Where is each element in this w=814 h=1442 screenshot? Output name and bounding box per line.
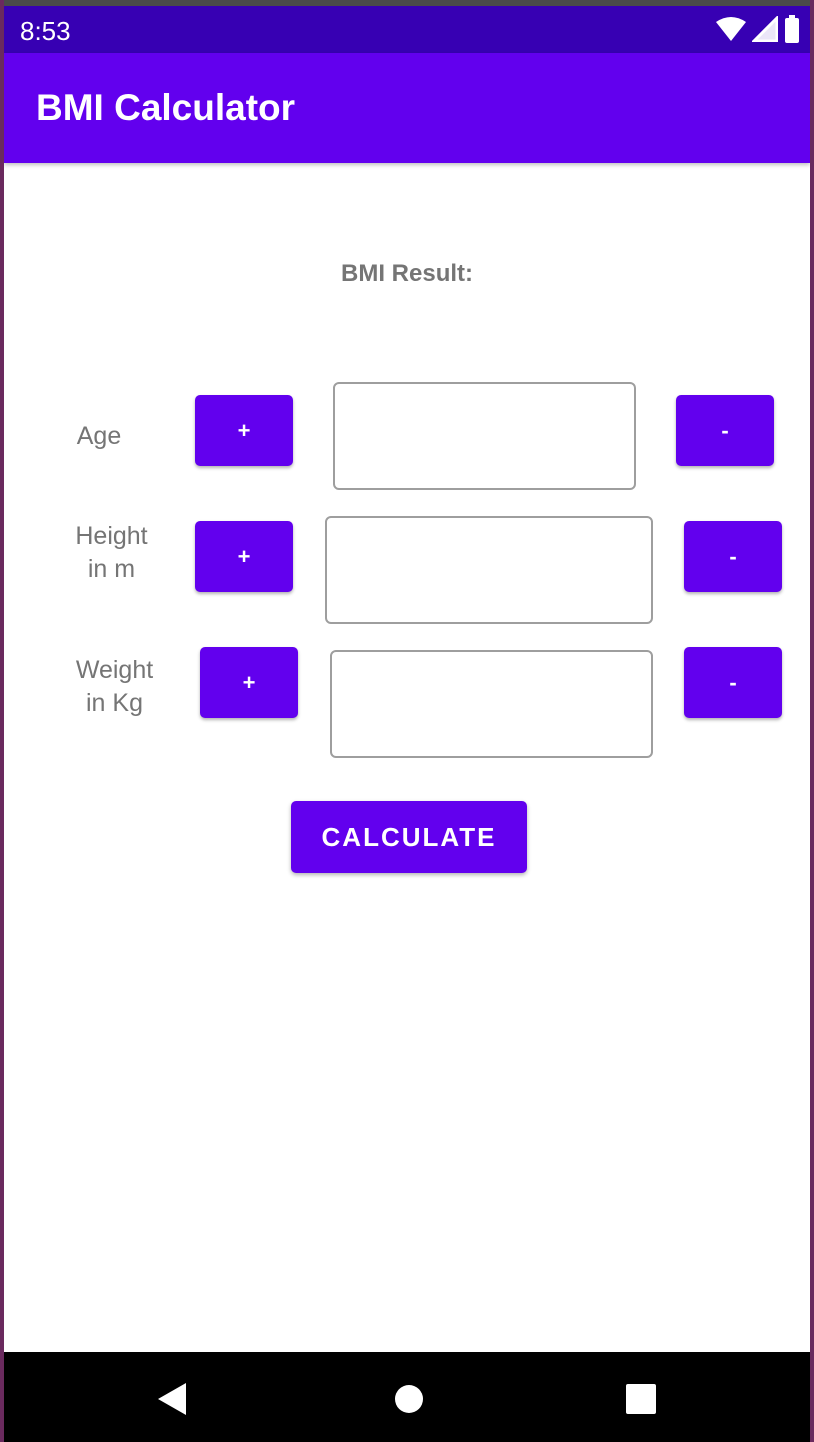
height-plus-button[interactable]: +	[195, 521, 293, 592]
back-icon[interactable]	[156, 1383, 188, 1415]
age-minus-button[interactable]: -	[676, 395, 774, 466]
age-label: Age	[54, 420, 144, 453]
weight-label-line1: Weight	[75, 656, 154, 684]
app-title: BMI Calculator	[36, 87, 296, 128]
weight-label-line2: in Kg	[86, 689, 143, 717]
height-plus-label: +	[237, 543, 251, 569]
status-bar: 8:53	[4, 6, 810, 53]
weight-minus-button[interactable]: -	[684, 647, 782, 718]
status-time: 8:53	[20, 16, 71, 46]
recents-icon[interactable]	[626, 1384, 656, 1414]
weight-input[interactable]	[330, 650, 653, 758]
weight-plus-label: +	[242, 669, 256, 695]
signal-icon	[752, 16, 778, 42]
calculate-button[interactable]: CALCULATE	[291, 801, 527, 873]
age-input[interactable]	[333, 382, 636, 490]
height-input[interactable]	[325, 516, 653, 624]
weight-plus-button[interactable]: +	[200, 647, 298, 718]
height-label-line1: Height	[75, 522, 148, 550]
height-label: Height in m	[54, 520, 169, 586]
wifi-icon	[716, 17, 746, 41]
bmi-result-label: BMI Result:	[341, 260, 473, 287]
home-icon[interactable]	[394, 1384, 424, 1414]
app-screen: 8:53 BMI Calculator BMI Result: Age + -	[4, 0, 810, 1442]
battery-icon	[785, 15, 799, 43]
height-minus-button[interactable]: -	[684, 521, 782, 592]
age-plus-button[interactable]: +	[195, 395, 293, 466]
weight-label: Weight in Kg	[57, 654, 172, 720]
age-plus-label: +	[237, 417, 251, 443]
navigation-bar	[4, 1352, 810, 1442]
app-bar: BMI Calculator	[4, 53, 810, 163]
age-minus-label: -	[721, 417, 729, 443]
height-minus-label: -	[729, 543, 737, 569]
status-icons	[716, 15, 800, 43]
age-label-text: Age	[76, 422, 122, 450]
calculate-button-label: CALCULATE	[321, 821, 497, 852]
weight-minus-label: -	[729, 669, 737, 695]
height-label-line2: in m	[87, 555, 136, 583]
